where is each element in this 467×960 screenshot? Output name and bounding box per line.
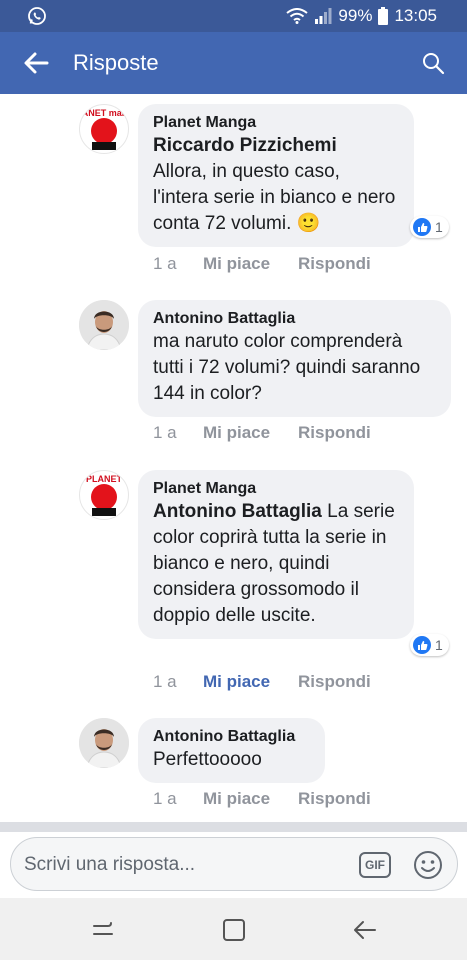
- comment-actions: 1 a Mi piace Rispondi: [153, 672, 371, 692]
- comment-time: 1 a: [153, 672, 177, 691]
- reaction-count[interactable]: 1: [410, 634, 449, 656]
- comment-body: Allora, in questo caso, l'intera serie i…: [153, 161, 396, 234]
- page-title: Risposte: [73, 50, 159, 75]
- comment-bubble[interactable]: Planet Manga Antonino Battaglia La serie…: [138, 470, 414, 639]
- svg-text:PLANET: PLANET: [86, 474, 123, 484]
- system-nav-bar: [0, 898, 467, 960]
- reply-input[interactable]: Scrivi una risposta... GIF: [10, 837, 458, 891]
- reply-button[interactable]: Rispondi: [298, 254, 371, 274]
- planet-manga-logo: PLANET manga: [80, 108, 128, 150]
- recent-apps-icon[interactable]: [90, 917, 116, 943]
- planet-manga-avatar[interactable]: PLANET: [79, 470, 129, 520]
- like-button[interactable]: Mi piace: [203, 789, 298, 809]
- planet-manga-logo: PLANET: [86, 474, 123, 516]
- reaction-number: 1: [435, 637, 443, 653]
- mention[interactable]: Riccardo Pizzichemi: [153, 135, 337, 156]
- comment-actions: 1 a Mi piace Rispondi: [153, 254, 371, 274]
- search-icon[interactable]: [421, 51, 445, 75]
- planet-manga-avatar[interactable]: PLANET manga: [79, 104, 129, 154]
- home-icon[interactable]: [221, 917, 247, 943]
- comment-actions: 1 a Mi piace Rispondi: [153, 789, 371, 809]
- battery-percent: 99%: [338, 6, 373, 25]
- like-reaction-icon: [413, 218, 431, 236]
- comment-author[interactable]: Antonino Battaglia: [153, 727, 309, 747]
- signal-icon: [315, 8, 332, 24]
- mention[interactable]: Antonino Battaglia: [153, 501, 322, 522]
- comment-author[interactable]: Planet Manga: [153, 113, 398, 133]
- reply-button[interactable]: Rispondi: [298, 423, 371, 443]
- like-reaction-icon: [413, 636, 431, 654]
- status-bar: 99% 13:05: [0, 0, 467, 32]
- reply-composer: Scrivi una risposta... GIF: [0, 832, 467, 898]
- comment-time: 1 a: [153, 423, 177, 442]
- emoji-icon[interactable]: [413, 850, 443, 880]
- app-bar: Risposte: [0, 32, 467, 94]
- comment-text: Antonino Battaglia La serie color coprir…: [153, 499, 398, 629]
- comment-bubble[interactable]: Antonino Battaglia ma naruto color compr…: [138, 300, 451, 417]
- comment-text: Riccardo Pizzichemi Allora, in questo cas…: [153, 133, 398, 237]
- user-photo: [79, 718, 129, 768]
- reply-button[interactable]: Rispondi: [298, 789, 371, 809]
- back-arrow-icon[interactable]: [22, 49, 50, 77]
- user-photo: [79, 300, 129, 350]
- antonino-avatar[interactable]: [79, 718, 129, 768]
- comment-time: 1 a: [153, 789, 177, 808]
- comment-bubble[interactable]: Planet Manga Riccardo Pizzichemi Allora, …: [138, 104, 414, 247]
- like-button[interactable]: Mi piace: [203, 254, 298, 274]
- battery-icon: [378, 7, 389, 25]
- like-button-active[interactable]: Mi piace: [203, 672, 298, 692]
- reply-button[interactable]: Rispondi: [298, 672, 371, 692]
- comment-text: ma naruto color comprenderà tutti i 72 v…: [153, 331, 421, 404]
- comment-actions: 1 a Mi piace Rispondi: [153, 423, 371, 443]
- replies-list: PLANET manga Planet Manga Riccardo Pizzi…: [0, 94, 467, 822]
- clock: 13:05: [394, 6, 437, 25]
- reaction-number: 1: [435, 219, 443, 235]
- back-icon[interactable]: [352, 917, 378, 943]
- comment-text: Perfettooooo: [153, 749, 262, 770]
- svg-text:PLANET manga: PLANET manga: [80, 108, 128, 118]
- whatsapp-icon: [28, 7, 46, 25]
- antonino-avatar[interactable]: [79, 300, 129, 350]
- divider: [0, 822, 467, 832]
- comment-author[interactable]: Planet Manga: [153, 479, 398, 499]
- reaction-count[interactable]: 1: [410, 216, 449, 238]
- reply-placeholder: Scrivi una risposta...: [24, 854, 196, 875]
- wifi-icon: [286, 8, 309, 24]
- comment-time: 1 a: [153, 254, 177, 273]
- comment-author[interactable]: Antonino Battaglia: [153, 309, 435, 329]
- gif-button[interactable]: GIF: [359, 852, 391, 878]
- comment-bubble[interactable]: Antonino Battaglia Perfettooooo: [138, 718, 325, 783]
- like-button[interactable]: Mi piace: [203, 423, 298, 443]
